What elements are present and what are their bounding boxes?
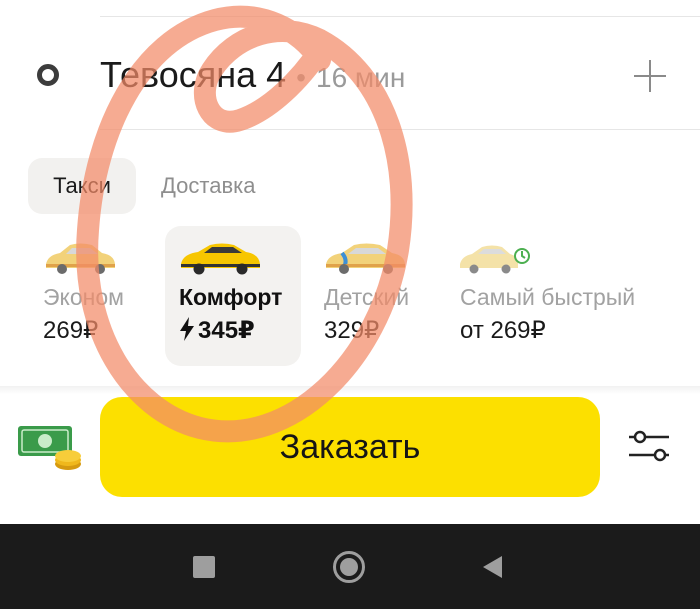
settings-sliders-icon[interactable] <box>626 426 672 466</box>
cash-payment-icon[interactable] <box>16 420 86 476</box>
tariff-child-price: 329₽ <box>324 317 380 344</box>
order-panel: Заказать <box>0 394 700 524</box>
add-stop-icon[interactable] <box>628 54 672 98</box>
tariff-child[interactable]: Детский 329₽ <box>310 226 440 366</box>
tariff-economy-price: 269₽ <box>43 317 99 344</box>
tariff-fastest-name: Самый быстрый <box>460 284 636 310</box>
destination-text: Тевосяна 4 • 16 мин <box>100 54 405 96</box>
tariff-comfort[interactable]: Комфорт 345₽ <box>165 226 301 366</box>
order-button[interactable]: Заказать <box>100 397 600 497</box>
tariff-fastest[interactable]: Самый быстрый от 269₽ <box>446 226 676 366</box>
tariff-comfort-price-wrap: 345₽ <box>179 316 255 345</box>
fastest-car-icon <box>460 245 530 274</box>
recents-square-icon[interactable] <box>193 556 215 578</box>
eta-time: 16 мин <box>316 62 406 93</box>
destination-point-icon <box>37 64 59 86</box>
tariff-economy[interactable]: Эконом 269₽ <box>30 226 150 366</box>
system-navigation-bar <box>0 524 700 609</box>
lightning-icon <box>180 317 194 341</box>
bottom-panel-shadow <box>0 386 700 394</box>
tariff-comfort-name: Комфорт <box>179 284 283 310</box>
tariff-economy-name: Эконом <box>43 284 124 310</box>
tariff-child-name: Детский <box>324 284 410 310</box>
tariff-fastest-price: от 269₽ <box>460 317 546 344</box>
tariff-comfort-price: 345₽ <box>198 317 255 344</box>
child-car-icon <box>326 243 405 274</box>
mid-divider <box>100 129 700 130</box>
destination-address: Тевосяна 4 <box>100 54 287 95</box>
top-divider <box>100 16 700 17</box>
economy-car-icon <box>46 243 115 274</box>
tab-delivery[interactable]: Доставка <box>161 158 255 214</box>
comfort-car-icon <box>181 243 260 275</box>
home-circle-icon[interactable] <box>333 551 365 583</box>
back-triangle-icon[interactable] <box>483 556 502 578</box>
destination-row[interactable]: Тевосяна 4 • 16 мин <box>0 18 700 130</box>
tariff-list: Эконом 269₽ Комфорт 345₽ Детский 329₽ Са… <box>0 226 700 366</box>
eta-separator: • <box>296 62 306 93</box>
tab-taxi[interactable]: Такси <box>28 158 136 214</box>
